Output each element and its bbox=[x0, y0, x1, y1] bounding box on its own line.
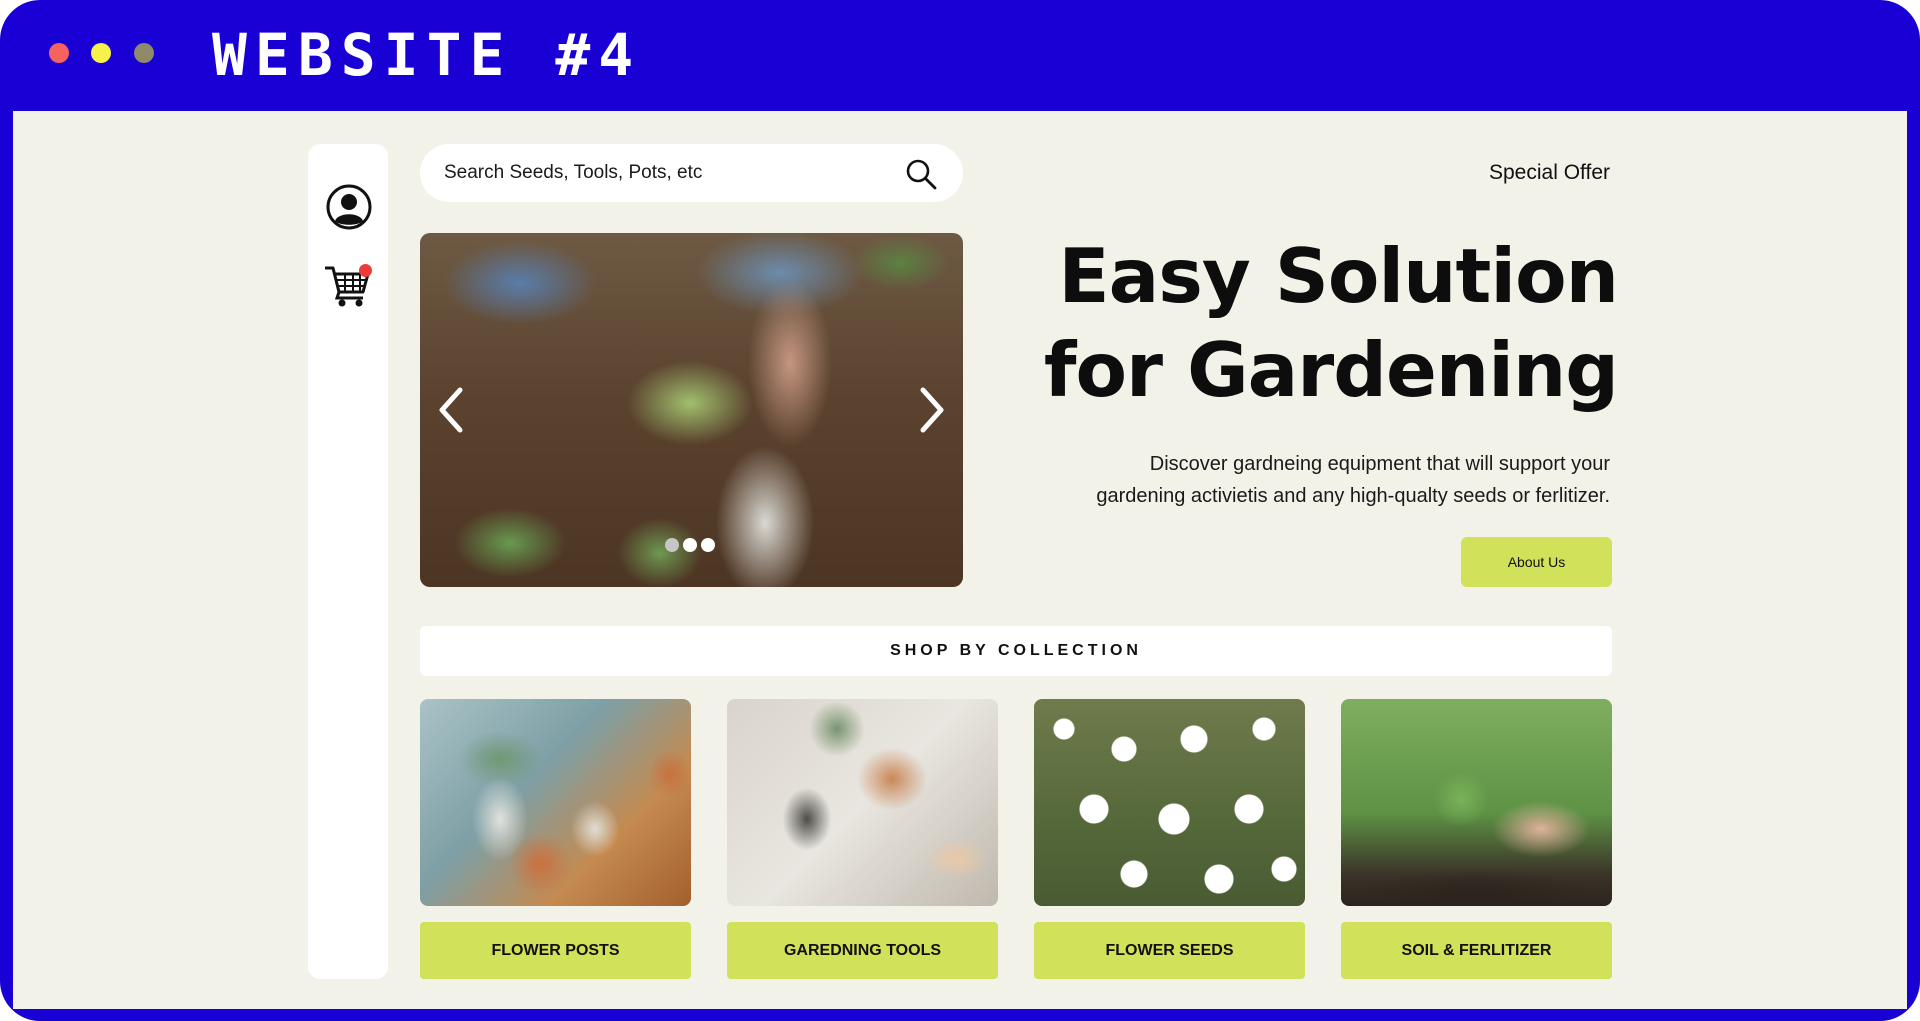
minimize-window-button[interactable] bbox=[91, 43, 111, 63]
flower-pots-button[interactable]: FLOWER POSTS bbox=[420, 922, 691, 979]
gardening-tools-button[interactable]: GAREDNING TOOLS bbox=[727, 922, 998, 979]
chevron-left-icon[interactable] bbox=[434, 385, 468, 435]
search-bar bbox=[420, 144, 963, 202]
search-icon[interactable] bbox=[905, 158, 937, 190]
window-title: WEBSITE #4 bbox=[212, 21, 642, 89]
cart-notification-badge bbox=[359, 264, 372, 277]
zoom-window-button[interactable] bbox=[134, 43, 154, 63]
browser-frame: WEBSITE #4 Search Seeds, Tools, Pots, et… bbox=[0, 0, 1920, 1021]
soil-fertilizer-image[interactable] bbox=[1341, 699, 1612, 906]
about-us-button[interactable]: About Us bbox=[1461, 537, 1612, 587]
flower-seeds-button[interactable]: FLOWER SEEDS bbox=[1034, 922, 1305, 979]
shop-by-collection-heading: SHOP BY COLLECTION bbox=[420, 626, 1612, 676]
special-offer-link[interactable]: Special Offer bbox=[1489, 161, 1610, 185]
search-input[interactable] bbox=[444, 144, 884, 202]
carousel-dot[interactable] bbox=[683, 538, 697, 552]
chevron-right-icon[interactable] bbox=[915, 385, 949, 435]
gardening-tools-image[interactable] bbox=[727, 699, 998, 906]
hero-description: Discover gardneing equipment that will s… bbox=[990, 448, 1610, 512]
hero-carousel bbox=[420, 233, 963, 587]
hero-title-line1: Easy Solution bbox=[1058, 232, 1619, 320]
hero-desc-line1: Discover gardneing equipment that will s… bbox=[1149, 453, 1610, 475]
carousel-dot[interactable] bbox=[665, 538, 679, 552]
user-icon[interactable] bbox=[326, 184, 372, 230]
page-viewport: Special Offer Easy Solution for Gardenin… bbox=[13, 111, 1907, 1009]
close-window-button[interactable] bbox=[49, 43, 69, 63]
carousel-dot[interactable] bbox=[701, 538, 715, 552]
hero-title-line2: for Gardening bbox=[1043, 326, 1619, 414]
title-bar: WEBSITE #4 bbox=[0, 0, 1920, 110]
sidebar bbox=[308, 144, 388, 979]
flower-seeds-image[interactable] bbox=[1034, 699, 1305, 906]
soil-fertilizer-button[interactable]: SOIL & FERLITIZER bbox=[1341, 922, 1612, 979]
flower-pots-image[interactable] bbox=[420, 699, 691, 906]
hero-desc-line2: gardening activietis and any high-qualty… bbox=[1096, 485, 1610, 507]
hero-title: Easy Solution for Gardening bbox=[998, 229, 1619, 417]
